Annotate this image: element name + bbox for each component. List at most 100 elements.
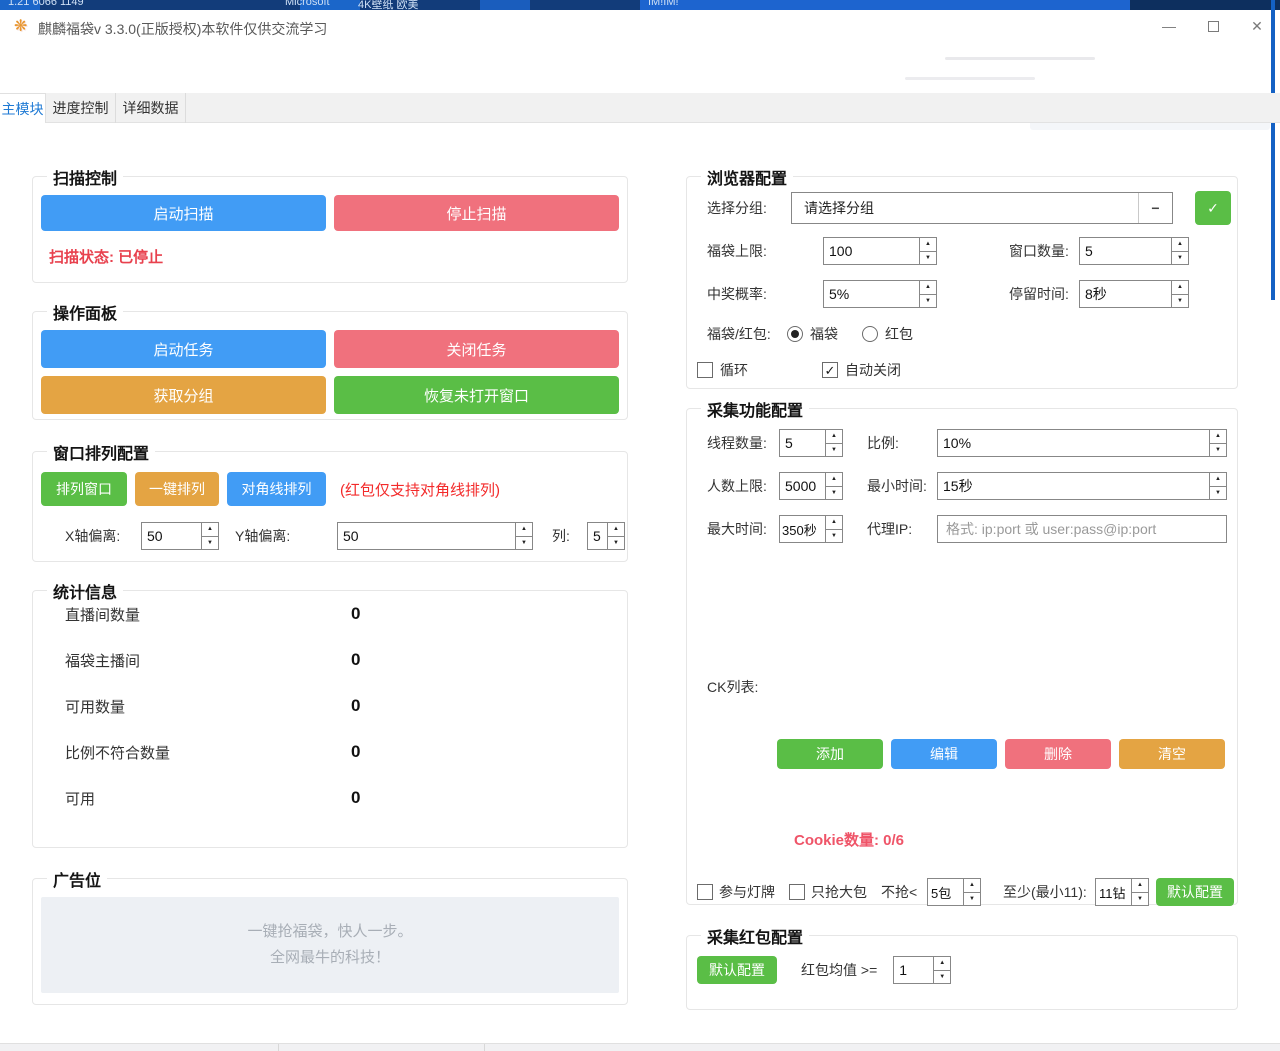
spinner-down-icon[interactable]: ▼ bbox=[920, 252, 936, 265]
spinner-up-icon[interactable]: ▲ bbox=[826, 473, 842, 487]
diagonal-arrange-button[interactable]: 对角线排列 bbox=[227, 472, 326, 506]
spinner-down-icon[interactable]: ▼ bbox=[1132, 893, 1148, 906]
spinner-down-icon[interactable]: ▼ bbox=[1210, 487, 1226, 500]
x-offset-input[interactable] bbox=[142, 523, 201, 549]
spinner-up-icon[interactable]: ▲ bbox=[202, 523, 218, 537]
spinner-down-icon[interactable]: ▼ bbox=[826, 444, 842, 457]
hongbao-radio[interactable] bbox=[862, 326, 878, 342]
spinner-down-icon[interactable]: ▼ bbox=[964, 893, 980, 906]
spinner-down-icon[interactable]: ▼ bbox=[608, 537, 624, 550]
default-config-button[interactable]: 默认配置 bbox=[1156, 878, 1234, 906]
window-count-stepper[interactable]: ▲▼ bbox=[1079, 237, 1189, 265]
spinner-up-icon[interactable]: ▲ bbox=[826, 430, 842, 444]
group-select-dropdown[interactable]: 请选择分组 − bbox=[791, 192, 1173, 224]
at-least-stepper[interactable]: ▲▼ bbox=[1095, 878, 1149, 906]
autoclose-checkbox-label[interactable]: 自动关闭 bbox=[845, 360, 901, 380]
big-packet-checkbox[interactable]: ✓ bbox=[789, 884, 805, 900]
autoclose-checkbox[interactable]: ✓ bbox=[822, 362, 838, 378]
stop-scan-button[interactable]: 停止扫描 bbox=[334, 195, 619, 231]
redpacket-average-input[interactable] bbox=[894, 957, 933, 983]
no-grab-input[interactable] bbox=[928, 879, 963, 905]
max-time-input[interactable] bbox=[780, 516, 825, 542]
ck-clear-button[interactable]: 清空 bbox=[1119, 739, 1225, 769]
loop-checkbox[interactable]: ✓ bbox=[697, 362, 713, 378]
y-offset-input[interactable] bbox=[338, 523, 515, 549]
max-time-stepper[interactable]: ▲▼ bbox=[779, 515, 843, 543]
spinner-up-icon[interactable]: ▲ bbox=[1172, 238, 1188, 252]
spinner-up-icon[interactable]: ▲ bbox=[920, 238, 936, 252]
people-limit-input[interactable] bbox=[780, 473, 825, 499]
close-task-button[interactable]: 关闭任务 bbox=[334, 330, 619, 368]
loop-checkbox-label[interactable]: 循环 bbox=[720, 360, 748, 380]
hongbao-radio-label[interactable]: 红包 bbox=[885, 324, 913, 344]
spinner-up-icon[interactable]: ▲ bbox=[920, 281, 936, 295]
ck-add-button[interactable]: 添加 bbox=[777, 739, 883, 769]
fudai-radio-label[interactable]: 福袋 bbox=[810, 324, 838, 344]
ratio-input[interactable] bbox=[938, 430, 1209, 456]
ratio-stepper[interactable]: ▲▼ bbox=[937, 429, 1227, 457]
spinner-down-icon[interactable]: ▼ bbox=[826, 487, 842, 500]
spinner-up-icon[interactable]: ▲ bbox=[1210, 430, 1226, 444]
win-probability-stepper[interactable]: ▲▼ bbox=[823, 280, 937, 308]
big-packet-checkbox-label[interactable]: 只抢大包 bbox=[811, 882, 875, 902]
fudai-radio[interactable] bbox=[787, 326, 803, 342]
spinner-down-icon[interactable]: ▼ bbox=[1172, 295, 1188, 308]
y-offset-stepper[interactable]: ▲▼ bbox=[337, 522, 533, 550]
spinner-up-icon[interactable]: ▲ bbox=[934, 957, 950, 971]
thread-count-stepper[interactable]: ▲▼ bbox=[779, 429, 843, 457]
light-board-checkbox[interactable]: ✓ bbox=[697, 884, 713, 900]
spinner-up-icon[interactable]: ▲ bbox=[608, 523, 624, 537]
spinner-up-icon[interactable]: ▲ bbox=[1132, 879, 1148, 893]
spinner-up-icon[interactable]: ▲ bbox=[964, 879, 980, 893]
stay-time-stepper[interactable]: ▲▼ bbox=[1079, 280, 1189, 308]
confirm-group-button[interactable]: ✓ bbox=[1195, 191, 1231, 225]
start-scan-button[interactable]: 启动扫描 bbox=[41, 195, 326, 231]
spinner-up-icon[interactable]: ▲ bbox=[516, 523, 532, 537]
spinner-down-icon[interactable]: ▼ bbox=[1172, 252, 1188, 265]
at-least-input[interactable] bbox=[1096, 879, 1131, 905]
column-input[interactable] bbox=[588, 523, 607, 549]
tab-progress-control[interactable]: 进度控制 bbox=[46, 93, 116, 123]
tab-main-module[interactable]: 主模块 bbox=[0, 93, 46, 123]
stat-value: 0 bbox=[351, 742, 360, 762]
proxy-ip-input[interactable] bbox=[937, 515, 1227, 543]
spinner-up-icon[interactable]: ▲ bbox=[1210, 473, 1226, 487]
arrange-windows-button[interactable]: 排列窗口 bbox=[41, 472, 127, 506]
spinner-down-icon[interactable]: ▼ bbox=[920, 295, 936, 308]
redpacket-default-config-button[interactable]: 默认配置 bbox=[697, 956, 777, 984]
spinner-down-icon[interactable]: ▼ bbox=[202, 537, 218, 550]
light-board-checkbox-label[interactable]: 参与灯牌 bbox=[719, 882, 779, 902]
thread-count-input[interactable] bbox=[780, 430, 825, 456]
ck-edit-button[interactable]: 编辑 bbox=[891, 739, 997, 769]
stay-time-input[interactable] bbox=[1080, 281, 1171, 307]
tab-detail-data[interactable]: 详细数据 bbox=[116, 93, 186, 123]
min-time-stepper[interactable]: ▲▼ bbox=[937, 472, 1227, 500]
maximize-button[interactable] bbox=[1198, 12, 1228, 40]
thread-count-label: 线程数量: bbox=[707, 433, 779, 453]
x-offset-stepper[interactable]: ▲▼ bbox=[141, 522, 219, 550]
dropdown-indicator-icon[interactable]: − bbox=[1138, 193, 1172, 223]
spinner-down-icon[interactable]: ▼ bbox=[1210, 444, 1226, 457]
screen-artifact bbox=[905, 77, 1035, 80]
people-limit-stepper[interactable]: ▲▼ bbox=[779, 472, 843, 500]
column-stepper[interactable]: ▲▼ bbox=[587, 522, 625, 550]
no-grab-stepper[interactable]: ▲▼ bbox=[927, 878, 981, 906]
spinner-down-icon[interactable]: ▼ bbox=[516, 537, 532, 550]
min-time-input[interactable] bbox=[938, 473, 1209, 499]
spinner-up-icon[interactable]: ▲ bbox=[826, 516, 842, 530]
restore-windows-button[interactable]: 恢复未打开窗口 bbox=[334, 376, 619, 414]
fudai-limit-stepper[interactable]: ▲▼ bbox=[823, 237, 937, 265]
start-task-button[interactable]: 启动任务 bbox=[41, 330, 326, 368]
ck-delete-button[interactable]: 删除 bbox=[1005, 739, 1111, 769]
spinner-up-icon[interactable]: ▲ bbox=[1172, 281, 1188, 295]
minimize-button[interactable]: — bbox=[1154, 12, 1184, 40]
win-probability-input[interactable] bbox=[824, 281, 919, 307]
spinner-down-icon[interactable]: ▼ bbox=[934, 971, 950, 984]
get-group-button[interactable]: 获取分组 bbox=[41, 376, 326, 414]
close-button[interactable]: ✕ bbox=[1242, 12, 1272, 40]
onekey-arrange-button[interactable]: 一键排列 bbox=[135, 472, 219, 506]
window-count-input[interactable] bbox=[1080, 238, 1171, 264]
spinner-down-icon[interactable]: ▼ bbox=[826, 530, 842, 543]
redpacket-average-stepper[interactable]: ▲▼ bbox=[893, 956, 951, 984]
fudai-limit-input[interactable] bbox=[824, 238, 919, 264]
